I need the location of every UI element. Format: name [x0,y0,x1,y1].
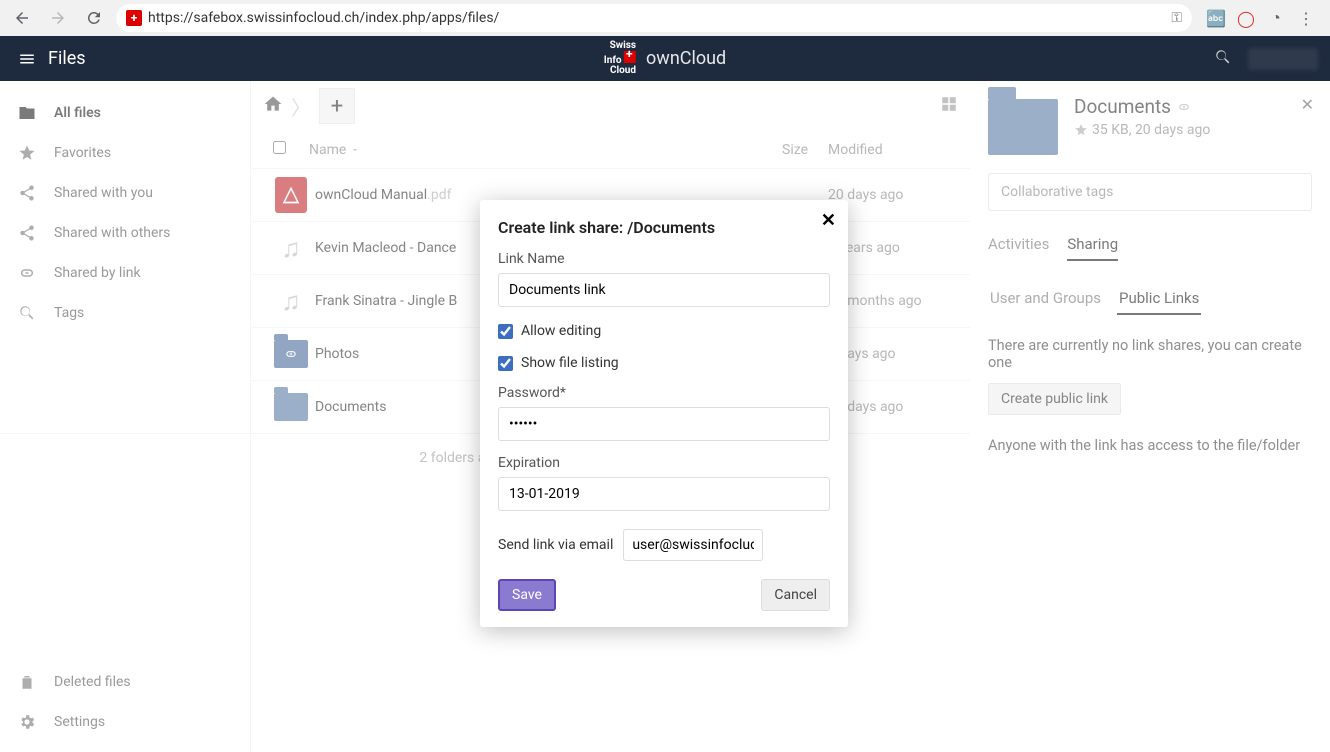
extension-icon[interactable]: ◔ [1266,8,1286,28]
cancel-button[interactable]: Cancel [761,579,830,611]
close-icon[interactable]: ✕ [821,210,836,231]
checkbox[interactable] [498,356,513,371]
reload-button[interactable] [80,4,108,32]
menu-dots-icon[interactable]: ⋮ [1296,8,1316,28]
forward-button[interactable] [44,4,72,32]
modal-title: Create link share: /Documents [498,218,830,237]
key-icon[interactable]: ⚿ [1171,10,1182,26]
allow-editing-checkbox[interactable]: Allow editing [498,323,830,339]
show-listing-checkbox[interactable]: Show file listing [498,355,830,371]
brand: Swiss Info Cloud ownCloud [604,41,726,76]
url-text: https://safebox.swissinfocloud.ch/index.… [148,10,499,26]
password-input[interactable] [498,407,830,441]
address-bar[interactable]: https://safebox.swissinfocloud.ch/index.… [116,4,1192,32]
site-identity-icon [126,10,142,26]
browser-toolbar: https://safebox.swissinfocloud.ch/index.… [0,0,1330,36]
user-menu[interactable] [1248,48,1318,70]
opera-icon[interactable]: ◯ [1236,8,1256,28]
brand-logo: Swiss Info Cloud [604,41,636,76]
search-icon[interactable] [1214,48,1232,70]
app-title: Files [48,48,86,69]
translate-icon[interactable]: 🔤 [1206,8,1226,28]
app-header: Files Swiss Info Cloud ownCloud [0,36,1330,81]
brand-name: ownCloud [646,48,726,69]
email-input[interactable] [623,529,763,561]
back-button[interactable] [8,4,36,32]
password-label: Password* [498,385,830,401]
checkbox[interactable] [498,324,513,339]
email-label: Send link via email [498,537,613,553]
link-name-input[interactable] [498,273,830,307]
hamburger-menu[interactable] [12,50,42,68]
expiration-label: Expiration [498,455,830,471]
save-button[interactable]: Save [498,579,556,611]
create-link-modal: ✕ Create link share: /Documents Link Nam… [480,200,848,627]
link-name-label: Link Name [498,251,830,267]
expiration-input[interactable] [498,477,830,511]
